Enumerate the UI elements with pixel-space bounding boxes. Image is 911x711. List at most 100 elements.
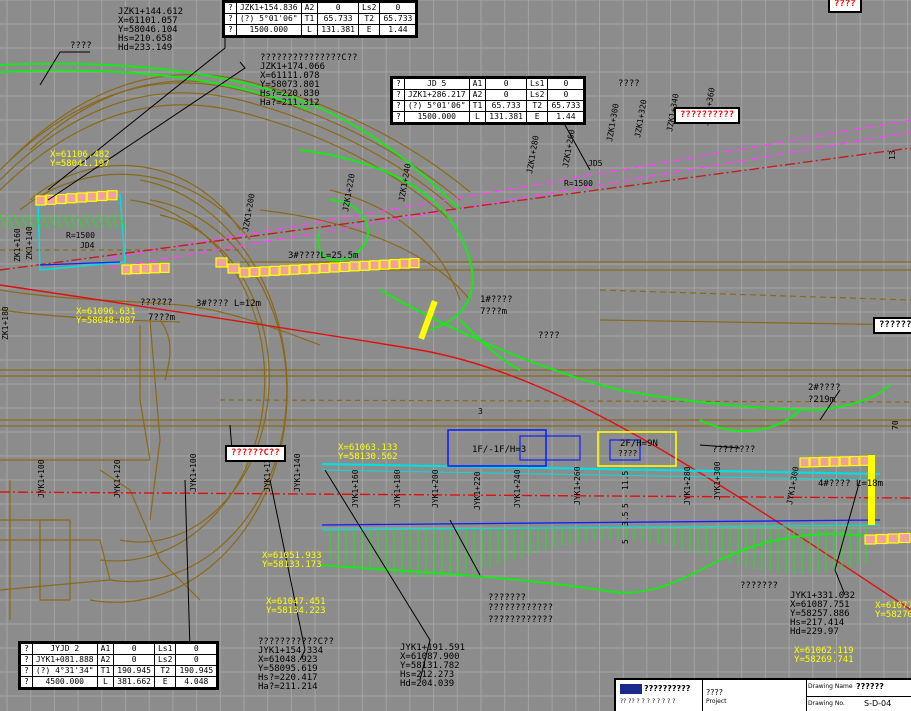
company-name: ?????????? bbox=[644, 684, 691, 693]
curve-table-cell: ? bbox=[20, 676, 33, 688]
wall-segment bbox=[107, 190, 118, 201]
wall-segment bbox=[839, 456, 850, 467]
station-upper: JZK1+300 bbox=[605, 103, 621, 143]
drawing-name: ?????? bbox=[856, 682, 884, 691]
wall-segment bbox=[215, 257, 228, 268]
wall-segment bbox=[66, 193, 77, 204]
red-label-left: ??????C?? bbox=[225, 445, 286, 462]
coordinate-label: Y=58270. bbox=[875, 610, 911, 620]
label-wall-2: 2#???? bbox=[808, 383, 841, 393]
curve-table-row: ? (?) 5°01'06" T1 65.733 T2 65.733 bbox=[224, 13, 417, 25]
curve-table-row: ? (?) 5°01'06" T1 65.733 T2 65.733 bbox=[392, 100, 585, 112]
wall-segment bbox=[887, 533, 900, 544]
wall-segment bbox=[864, 534, 877, 545]
curve-table-cell: Ls2 bbox=[525, 89, 549, 101]
title-block: ?????????? ?? ?? ? ? ? ? ? ? ? ? ???? Pr… bbox=[614, 678, 911, 711]
curve-table-cell: 1.44 bbox=[547, 111, 585, 123]
project-label-en: Project bbox=[706, 698, 727, 705]
station-upper: JZK1+320 bbox=[633, 99, 649, 139]
label-wall-2-len2: ?219m bbox=[808, 395, 835, 405]
curve-table-cell: A1 bbox=[468, 78, 487, 90]
curve-table-cell: (?) 4°31'34" bbox=[31, 665, 98, 677]
station-lower: JYK1+260 bbox=[573, 466, 582, 505]
station-upper-left: JZK1+200 bbox=[241, 193, 257, 233]
curve-table-row: ? 1500.000 L 131.381 E 1.44 bbox=[392, 111, 585, 123]
curve-table-cell: 1500.000 bbox=[403, 111, 470, 123]
design-line-magenta bbox=[109, 119, 911, 269]
curve-table-cell: E bbox=[153, 676, 177, 688]
wall-segment bbox=[859, 455, 870, 466]
curve-table-cell: T2 bbox=[357, 13, 381, 25]
label-dimension: 5 bbox=[621, 539, 630, 544]
coordinate-label: Y=58130.562 bbox=[338, 452, 398, 462]
curve-table-row: ? (?) 4°31'34" T1 190.945 T2 190.945 bbox=[20, 665, 218, 677]
coordinate-label: Y=58269.741 bbox=[794, 655, 854, 665]
wall-segment bbox=[309, 263, 320, 274]
curve-table-cell: 0 bbox=[175, 643, 218, 655]
wall-segment bbox=[339, 261, 350, 273]
curve-table-row: ? 4500.000 L 381.662 E 4.048 bbox=[20, 676, 218, 688]
hatch-line bbox=[13, 214, 21, 229]
curve-table-cell: ? bbox=[20, 654, 33, 666]
annotation-jyk-1: Ha?=211.214 bbox=[258, 682, 318, 692]
label-q8: ???????? bbox=[712, 445, 755, 455]
coordinate-label: Y=58134.223 bbox=[266, 606, 326, 616]
station-lower: JYK1+140 bbox=[293, 453, 302, 492]
station-lower: JYK1+220 bbox=[473, 471, 482, 510]
curve-table-cell: Ls1 bbox=[525, 78, 549, 90]
curve-table-cell: 65.733 bbox=[485, 100, 527, 112]
curve-table-cell: A2 bbox=[468, 89, 487, 101]
station-labels: JZK1+300JZK1+320JZK1+340JZK1+360JZK1+260… bbox=[1, 87, 801, 510]
wall-segment bbox=[299, 264, 310, 275]
curve-table-cell: L bbox=[468, 111, 487, 123]
label-wall-1: 1#???? bbox=[480, 295, 513, 305]
wall-segment bbox=[55, 193, 67, 205]
curve-table-cell: ? bbox=[224, 24, 237, 36]
label-dimension: 3.5 bbox=[621, 511, 630, 526]
company-name-sub: ?? ?? ? ? ? ? ? ? ? ? bbox=[620, 698, 676, 705]
curve-table-cell: 0 bbox=[547, 89, 585, 101]
title-block-company: ?????????? ?? ?? ? ? ? ? ? ? ? ? bbox=[616, 680, 703, 711]
curve-table-row: ? JYJD 2 A1 0 Ls1 0 bbox=[20, 643, 218, 655]
curve-table-jd5: ? JD 5 A1 0 Ls1 0? JZK1+286.217 A2 0 Ls2 0? (?) 5°0… bbox=[390, 76, 587, 125]
wall-segment bbox=[829, 456, 840, 467]
label-q12b: ???????????? bbox=[488, 615, 553, 625]
cad-drawing: JZK1+144.612 X=61101.057 Y=58046.104 Hs=210… bbox=[0, 0, 911, 711]
station-lower: JYK1+100 bbox=[189, 453, 198, 492]
curve-table-cell: Ls1 bbox=[153, 643, 177, 655]
curve-table-cell: 4.048 bbox=[175, 676, 218, 688]
project-label: ???? bbox=[706, 688, 723, 697]
hatch-line bbox=[20, 214, 28, 229]
station-lower: JYK1+160 bbox=[351, 469, 360, 508]
drawing-no-label: Drawing No. bbox=[808, 700, 845, 707]
curve-table-cell: 190.945 bbox=[113, 665, 155, 677]
drawing-name-row: Drawing Name ?????? bbox=[806, 680, 911, 697]
wall-segment bbox=[96, 190, 108, 202]
curve-table-row: ? JD 5 A1 0 Ls1 0 bbox=[392, 78, 585, 90]
curve-table-cell: T2 bbox=[153, 665, 177, 677]
hatch-line bbox=[83, 214, 91, 229]
label-dimension: 11.5 bbox=[621, 471, 630, 490]
station-left: ZK1+180 bbox=[1, 306, 10, 340]
wall-post bbox=[868, 455, 875, 525]
curve-table-cell: 131.381 bbox=[485, 111, 527, 123]
label-building-name: ???? bbox=[618, 449, 637, 458]
wall-segment bbox=[875, 533, 888, 545]
title-block-drawing: Drawing Name ?????? Drawing No. S-D-04 bbox=[806, 680, 911, 711]
wall-segment bbox=[35, 195, 46, 206]
hatch-line bbox=[69, 214, 77, 229]
annotation-jyk-right: Hd=229.97 bbox=[790, 627, 839, 637]
label-building-2f: 2F/H=9N bbox=[620, 439, 658, 449]
wall-segment bbox=[369, 260, 380, 271]
label-num3: 3 bbox=[478, 407, 483, 416]
curve-table-cell: 0 bbox=[175, 654, 218, 666]
label-building-1f: 1F/-1F/H=3 bbox=[472, 445, 526, 455]
label-road: ???? bbox=[538, 331, 560, 341]
hatch-line bbox=[104, 214, 112, 229]
hatch-line bbox=[97, 214, 105, 229]
wall-segment bbox=[45, 194, 57, 205]
station-lower: JYK1+200 bbox=[431, 469, 440, 508]
wall-segment bbox=[121, 264, 132, 275]
label-right-13: 13 bbox=[888, 150, 897, 160]
hatch-line bbox=[41, 214, 49, 229]
